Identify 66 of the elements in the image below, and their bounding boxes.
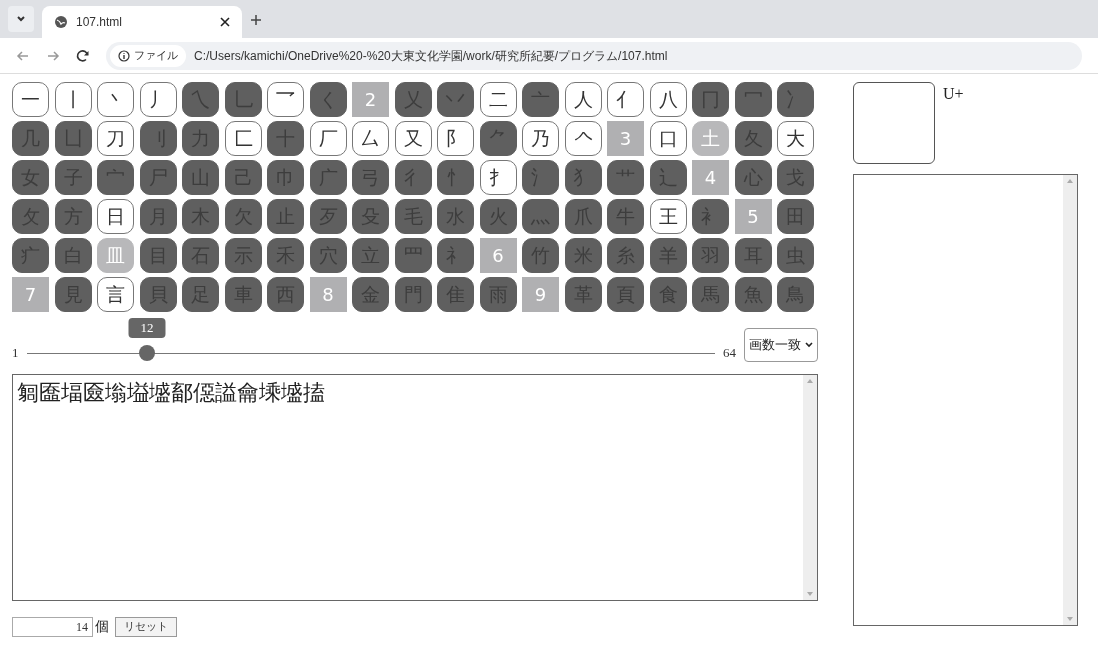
radical-button[interactable]: 匚 xyxy=(224,121,262,156)
results-text: 匔匲堛匳塕塧墭鄐僫謚龠塖墭搕 xyxy=(16,379,326,407)
radical-button[interactable]: 丿 xyxy=(139,82,177,117)
radical-button[interactable]: 丶 xyxy=(97,82,134,117)
stroke-count-header: 9 xyxy=(522,277,559,312)
stroke-count-header: 7 xyxy=(12,277,49,312)
radical-button[interactable]: 大 xyxy=(777,121,814,156)
radical-button[interactable]: 阝 xyxy=(437,121,474,156)
reload-icon[interactable] xyxy=(76,48,90,63)
radical-button[interactable]: 土 xyxy=(692,121,729,156)
radical-button[interactable]: 人 xyxy=(564,82,602,117)
stroke-count-header: 2 xyxy=(352,82,389,117)
chevron-down-icon xyxy=(805,341,813,349)
file-label: ファイル xyxy=(134,48,178,64)
radical-button[interactable]: 亻 xyxy=(607,82,644,117)
slider-max-label: 64 xyxy=(723,343,736,362)
radical-button[interactable]: 𠆢 xyxy=(564,121,602,156)
close-icon[interactable] xyxy=(220,17,230,27)
radical-button[interactable]: 二 xyxy=(479,82,517,117)
radical-button[interactable]: 八 xyxy=(649,82,687,117)
stroke-count-header: 5 xyxy=(734,199,772,234)
slider-thumb[interactable] xyxy=(139,345,155,361)
radical-button[interactable]: 丨 xyxy=(54,82,92,117)
tab-list-button[interactable] xyxy=(8,6,34,32)
reset-button[interactable]: リセット xyxy=(115,616,177,637)
radical-button[interactable]: 扌 xyxy=(479,160,517,195)
stroke-count-header: 8 xyxy=(309,277,347,312)
radical-button[interactable]: 刀 xyxy=(97,121,134,156)
url-text: C:/Users/kamichi/OneDrive%20-%20大東文化学園/work/研究所紀要/プログラム/107.html xyxy=(194,47,668,65)
globe-icon xyxy=(54,15,68,29)
forward-icon[interactable] xyxy=(46,48,60,63)
stroke-count-header: 4 xyxy=(692,160,729,195)
scroll-down-icon[interactable] xyxy=(807,592,813,596)
match-mode-select[interactable]: 画数一致 xyxy=(744,328,818,362)
radical-button[interactable]: 厂 xyxy=(309,121,347,156)
scrollbar[interactable] xyxy=(803,375,817,600)
radical-button[interactable]: 王 xyxy=(649,199,687,234)
slider-min-label: 1 xyxy=(12,343,19,362)
browser-tab[interactable]: 107.html xyxy=(42,6,242,38)
slider-value-tooltip: 12 xyxy=(128,318,166,338)
count-field[interactable]: 14 xyxy=(12,616,93,637)
radical-button[interactable]: 乛 xyxy=(267,82,304,117)
back-icon[interactable] xyxy=(16,48,30,63)
scrollbar[interactable] xyxy=(1063,175,1077,625)
new-tab-icon[interactable] xyxy=(250,14,262,26)
radical-button[interactable]: 日 xyxy=(97,199,134,234)
scroll-up-icon[interactable] xyxy=(807,379,813,383)
codepoint-label: U+ xyxy=(943,84,964,104)
results-textarea[interactable]: 匔匲堛匳塕塧墭鄐僫謚龠塖墭搕 xyxy=(12,374,818,601)
chevron-down-icon xyxy=(16,14,26,24)
count-unit: 個 xyxy=(95,618,109,636)
radical-button[interactable]: 又 xyxy=(394,121,432,156)
scroll-up-icon[interactable] xyxy=(1067,179,1073,183)
radical-button[interactable]: 皿 xyxy=(97,238,134,273)
radical-button[interactable]: 口 xyxy=(649,121,687,156)
address-bar[interactable]: ファイル C:/Users/kamichi/OneDrive%20-%20大東文化学園/work/研究所紀要/プログラム/107.html xyxy=(106,41,1082,70)
stroke-count-header: 3 xyxy=(607,121,644,156)
info-icon xyxy=(118,49,130,62)
scroll-down-icon[interactable] xyxy=(1067,617,1073,621)
radical-button[interactable]: 乃 xyxy=(522,121,559,156)
radical-button[interactable]: 言 xyxy=(97,277,134,312)
stroke-count-header: 6 xyxy=(479,238,517,273)
file-badge[interactable]: ファイル xyxy=(110,44,186,67)
tab-title: 107.html xyxy=(76,14,124,31)
radical-button[interactable]: 厶 xyxy=(352,121,389,156)
radical-button[interactable]: 一 xyxy=(12,82,49,117)
